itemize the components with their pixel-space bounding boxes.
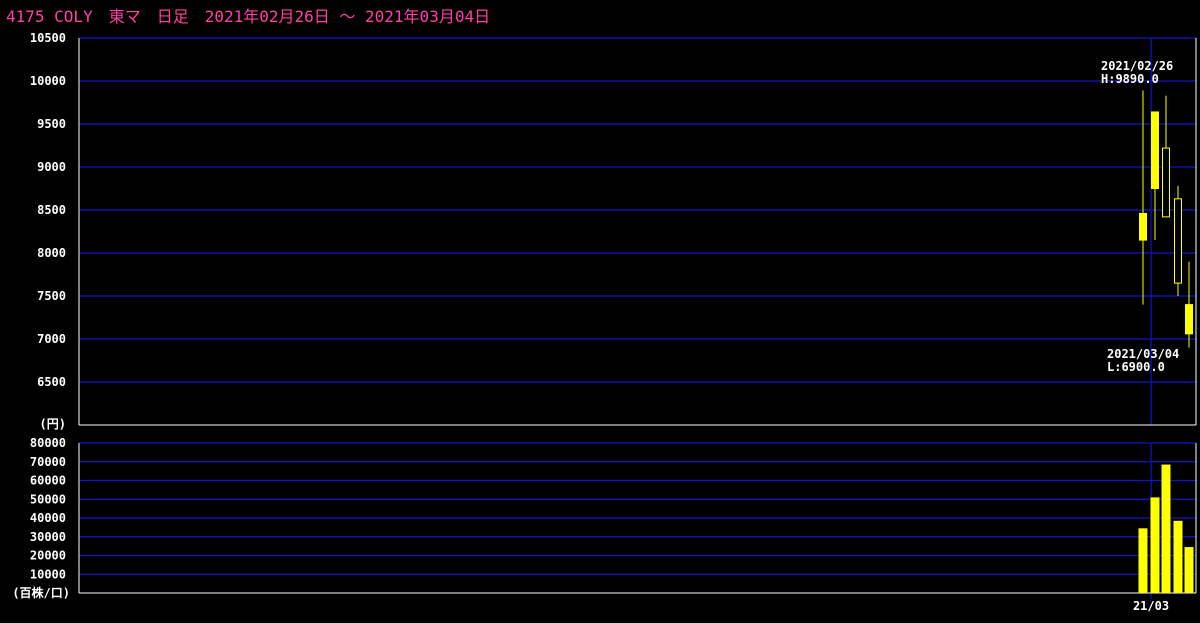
price-tick-label: 9500 bbox=[37, 117, 66, 131]
price-tick-label: 7500 bbox=[37, 289, 66, 303]
volume-tick-label: 50000 bbox=[30, 492, 66, 506]
volume-bar bbox=[1173, 520, 1183, 593]
candle-body-bullish bbox=[1185, 304, 1193, 335]
high-annotation-value: H:9890.0 bbox=[1101, 72, 1159, 86]
volume-bar bbox=[1150, 497, 1160, 593]
volume-tick-label: 80000 bbox=[30, 436, 66, 450]
candle bbox=[1174, 185, 1182, 296]
stock-chart: 4175 COLY 東マ 日足 2021年02月26日 ～ 2021年03月04… bbox=[0, 0, 1200, 623]
price-tick-label: 10500 bbox=[30, 31, 66, 45]
candle-body-bearish bbox=[1174, 198, 1182, 284]
price-tick-label: 10000 bbox=[30, 74, 66, 88]
candle-body-bullish bbox=[1139, 212, 1147, 241]
x-axis-tick-label: 21/03 bbox=[1133, 599, 1169, 613]
volume-tick-label: 40000 bbox=[30, 511, 66, 525]
candle-body-bearish bbox=[1162, 147, 1170, 218]
volume-bar bbox=[1184, 547, 1194, 593]
volume-bar bbox=[1138, 528, 1148, 593]
volume-bar bbox=[1161, 464, 1171, 593]
price-tick-label: 8500 bbox=[37, 203, 66, 217]
price-tick-label: 9000 bbox=[37, 160, 66, 174]
price-unit-label: (円) bbox=[40, 417, 66, 431]
volume-unit-label: (百株/口) bbox=[12, 585, 70, 600]
price-tick-label: 8000 bbox=[37, 246, 66, 260]
volume-tick-label: 10000 bbox=[30, 567, 66, 581]
volume-tick-label: 70000 bbox=[30, 455, 66, 469]
volume-tick-label: 60000 bbox=[30, 474, 66, 488]
volume-tick-label: 20000 bbox=[30, 549, 66, 563]
price-tick-label: 7000 bbox=[37, 332, 66, 346]
price-tick-label: 6500 bbox=[37, 375, 66, 389]
low-annotation-value: L:6900.0 bbox=[1107, 360, 1165, 374]
volume-tick-label: 30000 bbox=[30, 530, 66, 544]
candle-body-bullish bbox=[1151, 111, 1159, 189]
chart-background bbox=[0, 0, 1200, 623]
low-annotation-date: 2021/03/04 bbox=[1107, 347, 1179, 361]
chart-title: 4175 COLY 東マ 日足 2021年02月26日 ～ 2021年03月04… bbox=[6, 7, 490, 26]
high-annotation-date: 2021/02/26 bbox=[1101, 59, 1173, 73]
